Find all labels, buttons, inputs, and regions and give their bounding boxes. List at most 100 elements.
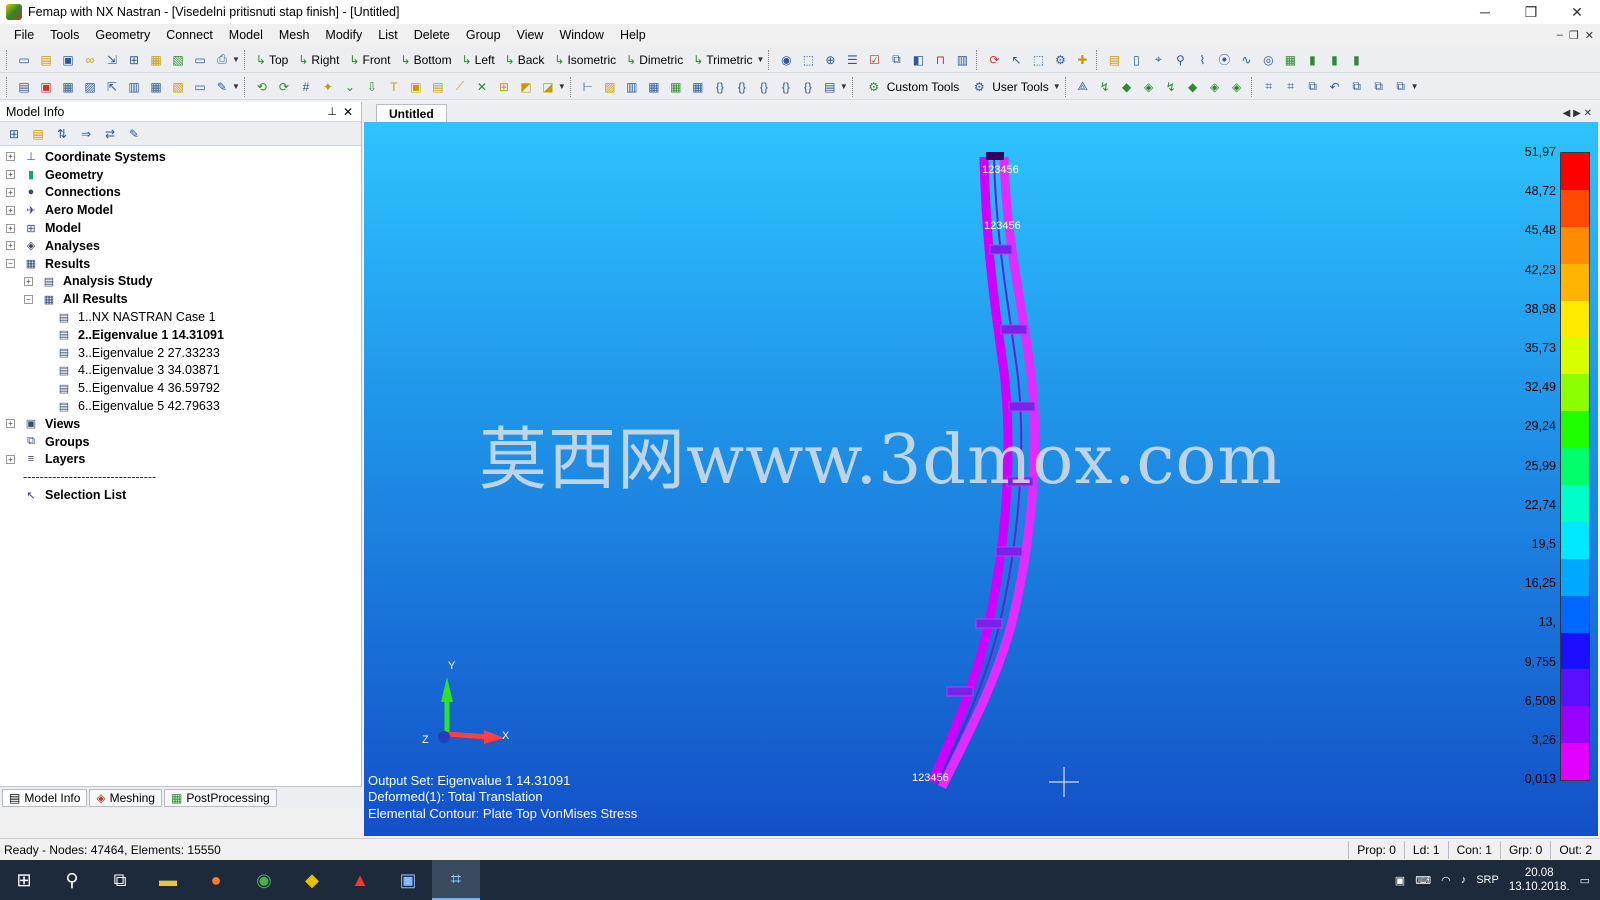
export-icon[interactable]: ⇱ <box>102 77 122 97</box>
image-icon[interactable]: ▨ <box>80 77 100 97</box>
frame4-icon[interactable]: ⧉ <box>1347 77 1367 97</box>
language-indicator[interactable]: SRP <box>1476 874 1499 886</box>
menu-modify[interactable]: Modify <box>317 24 370 46</box>
copy-icon[interactable]: ▭ <box>190 50 210 70</box>
dropdown-icon[interactable]: ▼ <box>232 82 240 91</box>
tree-item[interactable]: + ≡ Layers <box>0 451 361 469</box>
meshtool6-icon[interactable]: ◆ <box>1183 77 1203 97</box>
notifications-icon[interactable]: ▭ <box>1580 874 1590 887</box>
contour-icon[interactable]: ▦ <box>666 77 686 97</box>
tree-item[interactable]: + ⊞ Model <box>0 219 361 237</box>
column3-icon[interactable]: ▮ <box>1346 50 1366 70</box>
wifi-icon[interactable]: ◠ <box>1441 874 1451 887</box>
zoom-icon[interactable]: ⊕ <box>820 50 840 70</box>
bracket-icon[interactable]: {} <box>710 77 730 97</box>
view-front-button[interactable]: ↳ Front <box>345 49 394 71</box>
tree-item[interactable]: − ▦ Results <box>0 255 361 273</box>
tree-item[interactable]: ▤ 2..Eigenvalue 1 14.31091 <box>0 326 361 344</box>
mesh-tool-icon[interactable]: ⟁ <box>1073 77 1093 97</box>
search-icon[interactable]: ⚲ <box>48 860 96 900</box>
report-icon[interactable]: ▤ <box>820 77 840 97</box>
tab-postprocessing[interactable]: ▦ PostProcessing <box>163 788 277 807</box>
box-icon[interactable]: ⊞ <box>494 77 514 97</box>
menu-list[interactable]: List <box>370 24 405 46</box>
render-icon[interactable]: ▤ <box>1104 50 1124 70</box>
link-icon[interactable]: ∞ <box>80 50 100 70</box>
tree-item[interactable]: + ◈ Analyses <box>0 237 361 255</box>
tree-forward-icon[interactable]: ⇒ <box>76 124 96 144</box>
new-file-icon[interactable]: ▭ <box>14 50 34 70</box>
element-icon[interactable]: ▤ <box>428 77 448 97</box>
library-icon[interactable]: ▧ <box>168 77 188 97</box>
view-isometric-button[interactable]: ↳ Isometric <box>550 49 620 71</box>
align-icon[interactable]: ⊢ <box>578 77 598 97</box>
spring-icon[interactable]: ⌇ <box>1192 50 1212 70</box>
meshtool7-icon[interactable]: ◈ <box>1205 77 1225 97</box>
refresh-icon[interactable]: ⟲ <box>252 77 272 97</box>
entity-icon[interactable]: ▤ <box>14 77 34 97</box>
msg-icon[interactable]: ▭ <box>190 77 210 97</box>
tree-item[interactable]: + ▤ Analysis Study <box>0 273 361 291</box>
expand-icon[interactable]: + <box>6 152 15 162</box>
load-icon[interactable]: ⇩ <box>362 77 382 97</box>
expand-icon[interactable]: + <box>6 187 15 197</box>
grid-icon[interactable]: ▦ <box>1280 50 1300 70</box>
frame2-icon[interactable]: ⌗ <box>1281 77 1301 97</box>
collapse-icon[interactable]: − <box>24 294 33 304</box>
tree-item[interactable]: -------------------------------- <box>0 468 361 486</box>
number-icon[interactable]: # <box>296 77 316 97</box>
expand-icon[interactable]: + <box>6 170 15 180</box>
tree-item[interactable]: ▤ 6..Eigenvalue 5 42.79633 <box>0 397 361 415</box>
femap-app-icon[interactable]: ◆ <box>288 860 336 900</box>
dropdown-icon[interactable]: ▼ <box>1411 82 1419 91</box>
frame5-icon[interactable]: ⧉ <box>1369 77 1389 97</box>
view-right-button[interactable]: ↳ Right <box>294 49 343 71</box>
panel-icon[interactable]: ▯ <box>1126 50 1146 70</box>
view-back-button[interactable]: ↳ Back <box>501 49 549 71</box>
solid-icon[interactable]: ◧ <box>908 50 928 70</box>
bars-icon[interactable]: ▥ <box>622 77 642 97</box>
menu-delete[interactable]: Delete <box>406 24 458 46</box>
tab-nav-icons[interactable]: ◀ ▶ ✕ <box>1563 108 1600 122</box>
save-icon[interactable]: ▣ <box>58 50 78 70</box>
deform-icon[interactable]: ▨ <box>600 77 620 97</box>
graphics-viewport[interactable]: 莫西网www.3dmox.com 123456 123456 123456 Y … <box>364 122 1598 836</box>
model-info-icon[interactable]: ▦ <box>146 50 166 70</box>
constraint-icon[interactable]: ⌄ <box>340 77 360 97</box>
column2-icon[interactable]: ▮ <box>1324 50 1344 70</box>
tab-model-info[interactable]: ▤ Model Info <box>2 788 88 807</box>
expand-icon[interactable]: + <box>24 276 33 286</box>
check-icon[interactable]: ☑ <box>864 50 884 70</box>
tab-untitled[interactable]: Untitled <box>376 104 447 122</box>
bracket2-icon[interactable]: {} <box>732 77 752 97</box>
tree-item[interactable]: − ▦ All Results <box>0 290 361 308</box>
dropdown-icon[interactable]: ▼ <box>1053 82 1061 91</box>
rotate-icon[interactable]: ⟳ <box>984 50 1004 70</box>
tree-item[interactable]: ▤ 3..Eigenvalue 2 27.33233 <box>0 344 361 362</box>
collapse-icon[interactable]: − <box>6 259 15 269</box>
magnify-icon[interactable]: ⚲ <box>1170 50 1190 70</box>
tree-item[interactable]: + ● Connections <box>0 184 361 202</box>
expand-icon[interactable]: + <box>6 241 15 251</box>
fit-icon[interactable]: ⌖ <box>1148 50 1168 70</box>
tree-item[interactable]: ⧉ Groups <box>0 433 361 451</box>
beam-icon[interactable]: ⟋ <box>450 77 470 97</box>
open-file-icon[interactable]: ▤ <box>36 50 56 70</box>
bracket3-icon[interactable]: {} <box>754 77 774 97</box>
acrobat-icon[interactable]: ▲ <box>336 860 384 900</box>
select-box-icon[interactable]: ⬚ <box>798 50 818 70</box>
print-icon[interactable]: ⎙ <box>212 50 232 70</box>
expand-icon[interactable]: + <box>6 205 15 215</box>
pick-icon[interactable]: ↖ <box>1006 50 1026 70</box>
globe-icon[interactable]: ◉ <box>776 50 796 70</box>
dropdown-icon[interactable]: ▼ <box>558 82 566 91</box>
pin-icon[interactable]: ⊥ <box>321 105 343 118</box>
photos-icon[interactable]: ▣ <box>384 860 432 900</box>
menu-group[interactable]: Group <box>458 24 509 46</box>
analysis-icon[interactable]: ⊞ <box>124 50 144 70</box>
curve-icon[interactable]: ∿ <box>1236 50 1256 70</box>
snipping-tool-icon[interactable]: ⌗ <box>432 860 480 900</box>
menu-model[interactable]: Model <box>221 24 271 46</box>
results-icon[interactable]: ▧ <box>168 50 188 70</box>
mesh-icon[interactable]: ⊓ <box>930 50 950 70</box>
